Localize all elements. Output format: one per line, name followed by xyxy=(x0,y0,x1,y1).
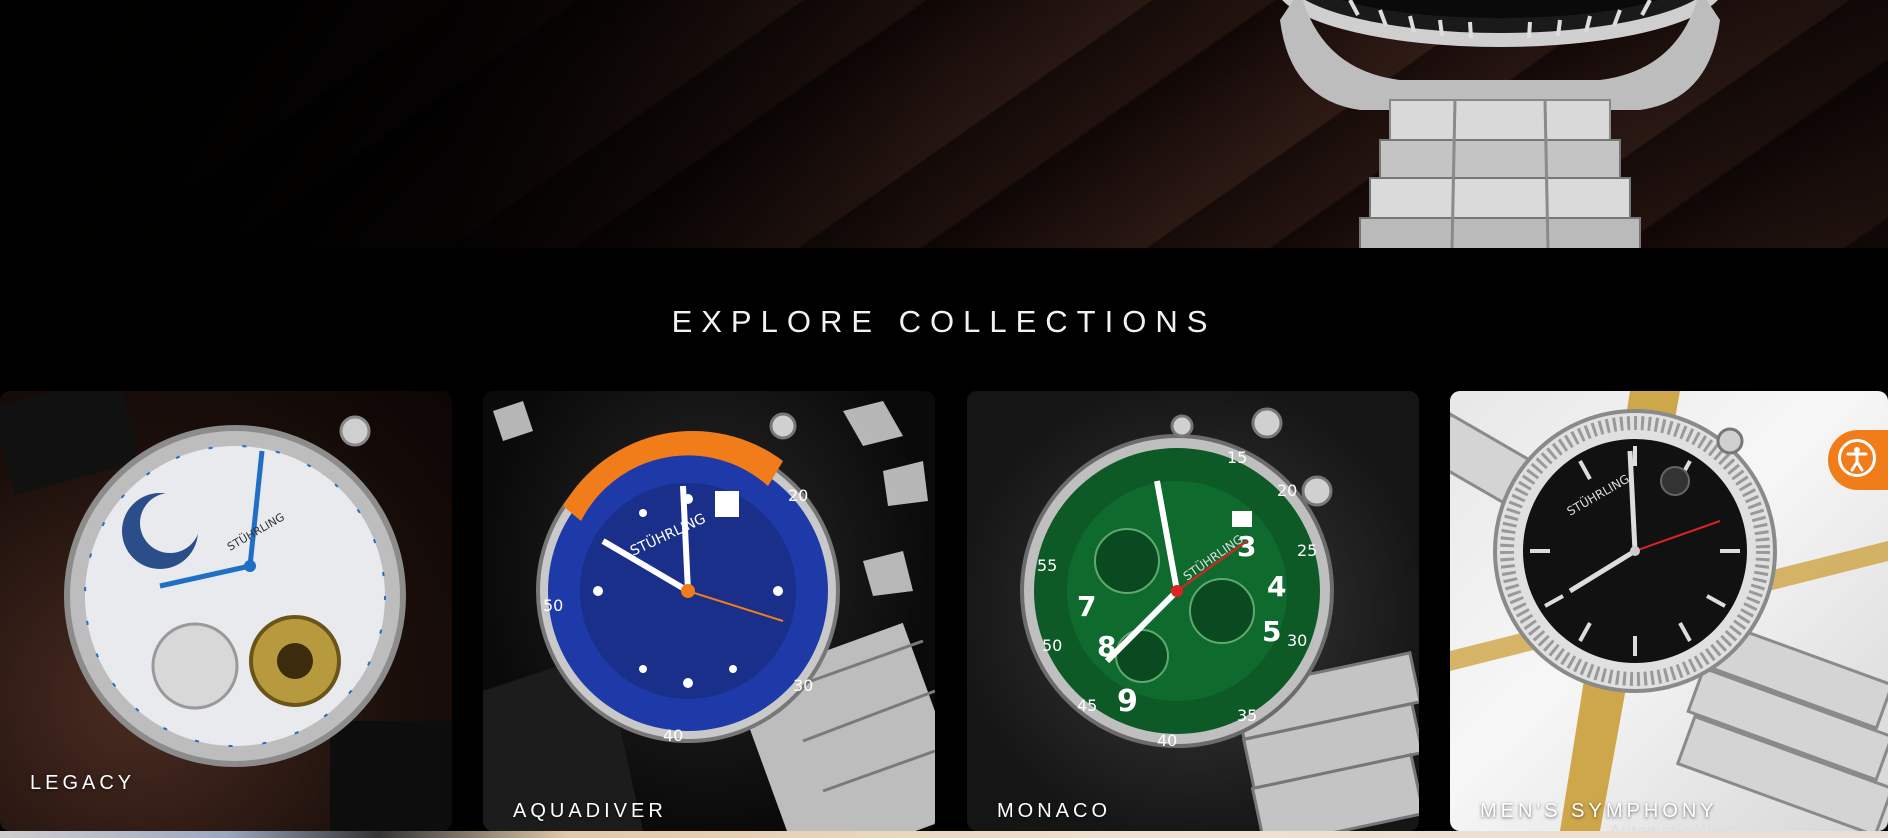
mens-symphony-watch-image: STÜHRLING xyxy=(1450,391,1888,831)
svg-text:55: 55 xyxy=(1037,556,1057,575)
collection-card-monaco[interactable]: 3 4 5 8 9 7 STÜHRLING 15 20 25 30 35 40 … xyxy=(967,391,1419,831)
accessibility-icon xyxy=(1838,439,1876,477)
collection-label-aquadiver: AQUADIVER xyxy=(513,800,667,822)
svg-text:5: 5 xyxy=(1262,615,1281,648)
collection-sublabel-mens-symphony: Automatic Windsor xyxy=(1610,823,1761,831)
svg-text:7: 7 xyxy=(1077,590,1096,623)
monaco-watch-image: 3 4 5 8 9 7 STÜHRLING 15 20 25 30 35 40 … xyxy=(1020,407,1419,831)
hero-banner[interactable] xyxy=(0,0,1888,248)
svg-text:30: 30 xyxy=(793,676,813,695)
svg-text:15: 15 xyxy=(1227,448,1247,467)
collection-card-mens-symphony[interactable]: STÜHRLING MEN'S SYMPHONY Automatic Winds… xyxy=(1450,391,1888,831)
svg-text:40: 40 xyxy=(1157,731,1177,750)
collection-card-legacy[interactable]: STÜHRLING LEGACY xyxy=(0,391,452,831)
next-section-preview xyxy=(0,831,1888,838)
svg-text:20: 20 xyxy=(788,486,808,505)
collection-label-legacy: LEGACY xyxy=(30,772,136,794)
svg-text:20: 20 xyxy=(1277,481,1297,500)
svg-text:50: 50 xyxy=(1042,636,1062,655)
svg-text:40: 40 xyxy=(663,726,683,745)
svg-text:35: 35 xyxy=(1237,706,1257,725)
svg-text:30: 30 xyxy=(1287,631,1307,650)
section-title: EXPLORE COLLECTIONS xyxy=(671,304,1217,339)
accessibility-button[interactable] xyxy=(1828,430,1888,490)
collection-card-aquadiver[interactable]: STÜHRLING 20 50 40 30 AQUADIVER xyxy=(483,391,935,831)
collection-label-mens-symphony: MEN'S SYMPHONY xyxy=(1480,800,1718,822)
svg-text:50: 50 xyxy=(543,596,563,615)
legacy-watch-image: STÜHRLING xyxy=(0,391,452,831)
svg-text:9: 9 xyxy=(1117,684,1138,719)
page: EXPLORE COLLECTIONS STÜHRLING LEGACY STÜ… xyxy=(0,0,1888,838)
collection-label-monaco: MONACO xyxy=(997,800,1111,822)
svg-text:45: 45 xyxy=(1077,696,1097,715)
aquadiver-watch-image: STÜHRLING 20 50 40 30 xyxy=(483,401,935,831)
svg-text:4: 4 xyxy=(1267,570,1286,603)
svg-text:25: 25 xyxy=(1297,541,1317,560)
collections-grid: STÜHRLING LEGACY STÜHRLING 20 50 40 30 A… xyxy=(0,391,1888,831)
hero-watch-image xyxy=(1280,0,1720,248)
